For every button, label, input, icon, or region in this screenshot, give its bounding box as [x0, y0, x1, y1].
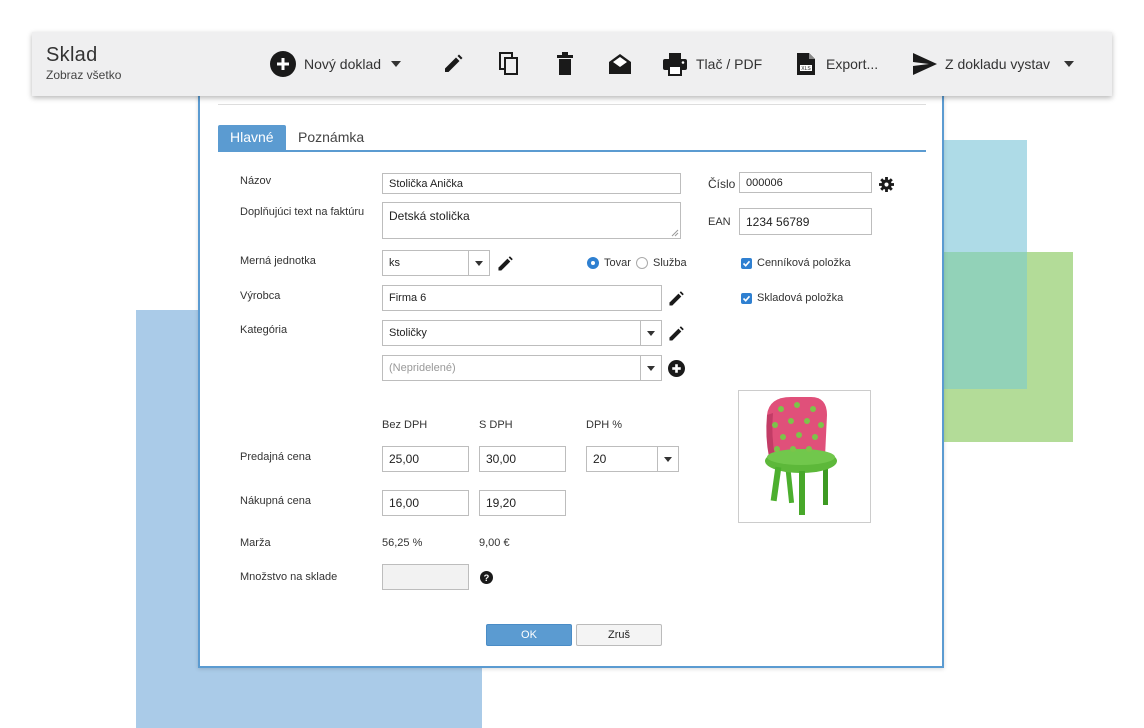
create-from-document-label: Z dokladu vystav — [945, 56, 1051, 72]
category-value: Stoličky — [389, 327, 427, 339]
add-subcategory-button[interactable] — [667, 359, 685, 377]
send-icon — [913, 53, 937, 75]
pencil-icon — [669, 291, 684, 306]
ean-label: EAN — [708, 216, 731, 228]
svg-text:?: ? — [483, 572, 489, 582]
vat-select[interactable]: 20 — [586, 446, 679, 472]
resize-handle-icon[interactable] — [671, 229, 679, 237]
toolbar: Sklad Zobraz všetko Nový doklad Tlač / P… — [32, 32, 1112, 96]
edit-button[interactable] — [442, 50, 464, 78]
print-pdf-button[interactable]: Tlač / PDF — [662, 50, 762, 78]
export-label: Export... — [826, 56, 879, 72]
app-title: Sklad — [46, 44, 98, 66]
create-from-document-button[interactable]: Z dokladu vystav — [913, 50, 1075, 78]
type-goods-label: Tovar — [604, 257, 631, 269]
new-document-button[interactable]: Nový doklad — [270, 50, 402, 78]
chevron-down-icon[interactable] — [657, 447, 678, 471]
delete-button[interactable] — [555, 50, 575, 78]
vat-header: DPH % — [586, 419, 623, 431]
name-input[interactable]: Stolička Anička — [382, 173, 681, 194]
stock-item-label: Skladová položka — [757, 292, 844, 304]
price-gross-header: S DPH — [479, 419, 513, 431]
margin-percent-value: 56,25 % — [382, 537, 423, 549]
invoice-text-label: Doplňujúci text na faktúru — [240, 206, 365, 218]
new-document-label: Nový doklad — [304, 56, 382, 72]
item-edit-dialog: Hlavné Poznámka Názov Stolička Anička Do… — [198, 90, 944, 668]
stock-quantity-input — [382, 564, 469, 590]
invoice-text-textarea[interactable]: Detská stolička — [382, 202, 681, 239]
stock-quantity-label: Množstvo na sklade — [240, 571, 338, 583]
view-filter-link[interactable]: Zobraz všetko — [46, 68, 121, 82]
purchase-price-gross-input[interactable]: 19,20 — [479, 490, 566, 516]
printer-icon — [662, 52, 688, 76]
ok-button[interactable]: OK — [486, 624, 572, 646]
chair-image — [765, 397, 837, 515]
number-settings-button[interactable] — [878, 176, 894, 192]
check-icon — [742, 260, 751, 267]
trash-icon — [555, 52, 575, 76]
plus-circle-icon — [667, 359, 685, 377]
purchase-price-net-input[interactable]: 16,00 — [382, 490, 469, 516]
send-email-button[interactable] — [607, 50, 633, 78]
tab-main[interactable]: Hlavné — [218, 125, 286, 150]
check-icon — [742, 295, 751, 302]
product-image[interactable] — [738, 390, 871, 523]
chevron-down-icon[interactable] — [640, 356, 661, 380]
svg-text:XLS: XLS — [801, 66, 811, 72]
stock-item-checkbox[interactable] — [741, 293, 752, 304]
xls-file-icon: XLS — [796, 52, 816, 76]
chevron-down-icon[interactable] — [1064, 61, 1075, 67]
stock-quantity-help[interactable]: ? — [479, 570, 493, 584]
plus-circle-icon — [270, 51, 296, 77]
number-label: Číslo — [708, 177, 736, 191]
manufacturer-input[interactable]: Firma 6 — [382, 285, 662, 311]
pricelist-item-checkbox[interactable] — [741, 258, 752, 269]
tab-bar: Hlavné Poznámka — [218, 125, 926, 152]
price-net-header: Bez DPH — [382, 419, 428, 431]
ean-input[interactable]: 1234 56789 — [739, 208, 872, 235]
type-service-radio[interactable] — [636, 257, 648, 269]
type-service-label: Služba — [653, 257, 687, 269]
name-label: Názov — [240, 175, 272, 187]
unit-label: Merná jednotka — [240, 255, 316, 267]
export-button[interactable]: XLS Export... — [796, 50, 878, 78]
vat-value: 20 — [593, 452, 607, 466]
sale-price-label: Predajná cena — [240, 451, 311, 463]
category-label: Kategória — [240, 324, 288, 336]
chevron-down-icon[interactable] — [468, 251, 489, 275]
type-goods-radio[interactable] — [587, 257, 599, 269]
number-input[interactable]: 000006 — [739, 172, 872, 193]
divider — [218, 104, 926, 105]
chevron-down-icon[interactable] — [640, 321, 661, 345]
margin-amount-value: 9,00 € — [479, 537, 510, 549]
edit-unit-button[interactable] — [495, 254, 515, 274]
tab-note[interactable]: Poznámka — [286, 125, 376, 150]
category-select[interactable]: Stoličky — [382, 320, 662, 346]
envelope-open-icon — [607, 52, 633, 76]
pencil-icon — [442, 53, 464, 75]
edit-category-button[interactable] — [666, 324, 686, 344]
pencil-icon — [669, 326, 684, 341]
subcategory-select[interactable]: (Nepridelené) — [382, 355, 662, 381]
question-circle-icon: ? — [479, 570, 493, 584]
print-pdf-label: Tlač / PDF — [696, 56, 763, 72]
copy-button[interactable] — [498, 50, 520, 78]
gear-icon — [878, 176, 894, 192]
chevron-down-icon[interactable] — [391, 61, 402, 67]
unit-value: ks — [389, 257, 400, 269]
edit-manufacturer-button[interactable] — [666, 289, 686, 309]
cancel-button[interactable]: Zruš — [576, 624, 662, 646]
pricelist-item-label: Cenníková položka — [757, 257, 851, 269]
subcategory-placeholder: (Nepridelené) — [389, 362, 456, 374]
copy-icon — [498, 52, 520, 76]
manufacturer-label: Výrobca — [240, 290, 281, 302]
pencil-icon — [498, 256, 513, 271]
margin-label: Marža — [240, 537, 271, 549]
sale-price-gross-input[interactable]: 30,00 — [479, 446, 566, 472]
sale-price-net-input[interactable]: 25,00 — [382, 446, 469, 472]
unit-select[interactable]: ks — [382, 250, 490, 276]
purchase-price-label: Nákupná cena — [240, 495, 311, 507]
